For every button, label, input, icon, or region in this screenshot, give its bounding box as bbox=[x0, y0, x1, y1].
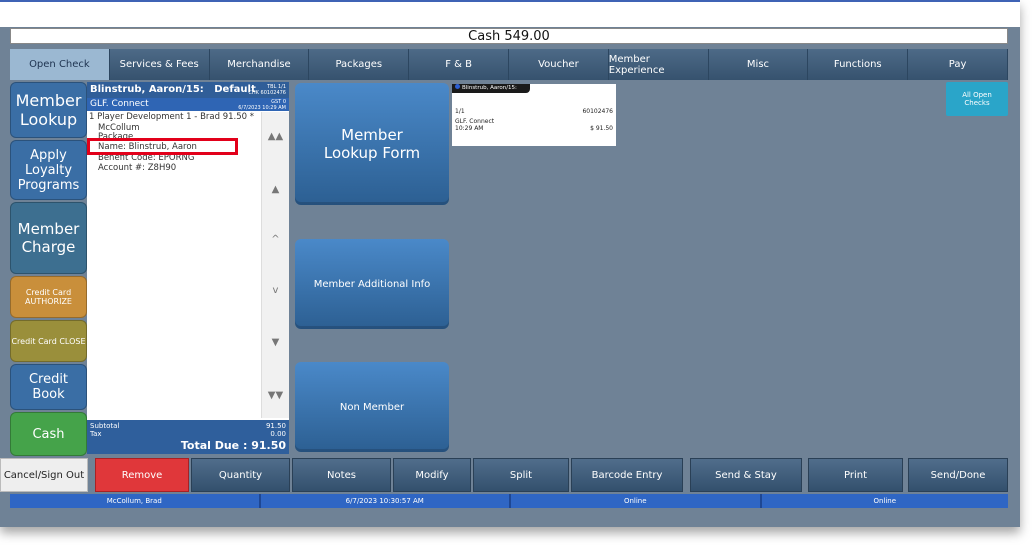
check-account: Account #: Z8H90 bbox=[98, 163, 177, 173]
remove-button[interactable]: Remove bbox=[95, 458, 189, 492]
modify-button[interactable]: Modify bbox=[393, 458, 471, 492]
cash-label: Cash bbox=[32, 426, 65, 442]
page-up-icon[interactable]: ▲ bbox=[262, 184, 289, 195]
credit-book-button[interactable]: Credit Book bbox=[10, 364, 87, 410]
card-time: 10:29 AM bbox=[455, 125, 484, 132]
check-date: 6/7/2023 10:29 AM bbox=[238, 105, 286, 111]
cash-button[interactable]: Cash bbox=[10, 412, 87, 456]
send-and-stay-button[interactable]: Send & Stay bbox=[690, 458, 802, 492]
member-lookup-button[interactable]: Member Lookup bbox=[10, 82, 87, 138]
highlight-box bbox=[87, 138, 238, 155]
notes-button[interactable]: Notes bbox=[292, 458, 391, 492]
print-button[interactable]: Print bbox=[808, 458, 903, 492]
tab-services-fees[interactable]: Services & Fees bbox=[109, 49, 210, 80]
top-accent bbox=[0, 0, 1020, 2]
all-open-checks-button[interactable]: All Open Checks bbox=[946, 82, 1008, 116]
scroll-bottom-icon[interactable]: ▼▼ bbox=[262, 390, 289, 401]
card-check-no: 60102476 bbox=[582, 108, 613, 115]
credit-card-authorize-label: Credit Card AUTHORIZE bbox=[25, 288, 72, 306]
quantity-button[interactable]: Quantity bbox=[191, 458, 290, 492]
check-member-name: Blinstrub, Aaron/15: bbox=[90, 84, 204, 95]
check-item-line[interactable]: 1 Player Development 1 - Brad 91.50 * bbox=[89, 112, 259, 123]
credit-card-authorize-button[interactable]: Credit Card AUTHORIZE bbox=[10, 276, 87, 318]
tab-fb[interactable]: F & B bbox=[409, 49, 509, 80]
tab-member-experience[interactable]: Member Experience bbox=[608, 49, 709, 80]
check-chk: CHK 60102476 bbox=[248, 90, 286, 96]
barcode-entry-button[interactable]: Barcode Entry bbox=[571, 458, 683, 492]
subtotal-label: Subtotal bbox=[90, 422, 120, 430]
apply-loyalty-label: Apply Loyalty Programs bbox=[17, 147, 80, 193]
card-seq: 1/1 bbox=[455, 108, 465, 115]
check-location: GLF. Connect bbox=[90, 99, 149, 109]
non-member-button[interactable]: Non Member bbox=[295, 362, 449, 452]
apply-loyalty-button[interactable]: Apply Loyalty Programs bbox=[10, 140, 87, 200]
check-tbl-chk: TBL 1/1 CHK 60102476 bbox=[248, 84, 286, 96]
credit-book-label: Credit Book bbox=[28, 372, 69, 402]
check-subheader: GLF. Connect GST 0 6/7/2023 10:29 AM bbox=[87, 98, 289, 111]
tax-label: Tax bbox=[90, 430, 102, 438]
tab-open-check[interactable]: Open Check bbox=[10, 49, 110, 80]
tax-value: 0.00 bbox=[270, 430, 286, 438]
pos-window: Cash 549.00 Open Check Services & Fees M… bbox=[0, 0, 1020, 527]
tab-merchandise[interactable]: Merchandise bbox=[209, 49, 310, 80]
non-member-label: Non Member bbox=[339, 401, 405, 413]
open-check-card[interactable]: Blinstrub, Aaron/15: 1/1 60102476 GLF. C… bbox=[452, 84, 616, 146]
status-online-2: Online bbox=[873, 497, 897, 505]
status-bar: McCollum, Brad 6/7/2023 10:30:57 AM Onli… bbox=[10, 494, 1008, 508]
check-totals: Subtotal 91.50 Tax 0.00 Total Due : 91.5… bbox=[87, 420, 289, 454]
card-location: GLF. Connect bbox=[455, 118, 495, 125]
credit-card-close-button[interactable]: Credit Card CLOSE bbox=[10, 320, 87, 362]
check-header: Blinstrub, Aaron/15: Default TBL 1/1 CHK… bbox=[87, 82, 289, 98]
tab-packages[interactable]: Packages bbox=[309, 49, 410, 80]
card-amount: $ 91.50 bbox=[590, 125, 613, 132]
check-item-line2: McCollum bbox=[98, 122, 140, 132]
member-additional-info-button[interactable]: Member Additional Info bbox=[295, 239, 449, 329]
member-lookup-label: Member Lookup bbox=[15, 91, 82, 129]
line-down-icon[interactable]: v bbox=[262, 285, 289, 296]
tab-misc[interactable]: Misc bbox=[708, 49, 809, 80]
member-charge-label: Member Charge bbox=[17, 220, 80, 256]
status-dot-icon bbox=[455, 84, 460, 89]
top-strip bbox=[0, 0, 1020, 27]
status-user: McCollum, Brad bbox=[10, 494, 261, 508]
subtotal-value: 91.50 bbox=[265, 422, 286, 430]
all-open-checks-label: All Open Checks bbox=[962, 91, 992, 107]
open-check-card-header: Blinstrub, Aaron/15: bbox=[452, 84, 530, 93]
member-additional-info-label: Member Additional Info bbox=[313, 278, 431, 290]
line-up-icon[interactable]: ^ bbox=[262, 234, 289, 245]
total-due: Total Due : 91.50 bbox=[180, 439, 286, 452]
open-check-card-name: Blinstrub, Aaron/15: bbox=[462, 85, 517, 91]
tab-functions[interactable]: Functions bbox=[808, 49, 909, 80]
member-lookup-form-label: Member Lookup Form bbox=[323, 126, 421, 162]
status-online-1: Online bbox=[511, 494, 762, 508]
check-scrollbar[interactable]: ▲▲ ▲ ^ v ▼ ▼▼ bbox=[261, 112, 289, 418]
check-gst-date: GST 0 6/7/2023 10:29 AM bbox=[238, 99, 286, 111]
cancel-sign-out-button[interactable]: Cancel/Sign Out bbox=[0, 458, 88, 492]
split-button[interactable]: Split bbox=[473, 458, 569, 492]
member-lookup-form-button[interactable]: Member Lookup Form bbox=[295, 83, 449, 205]
credit-card-close-label: Credit Card CLOSE bbox=[11, 336, 86, 346]
page-down-icon[interactable]: ▼ bbox=[262, 337, 289, 348]
tab-voucher[interactable]: Voucher bbox=[508, 49, 609, 80]
cash-display: Cash 549.00 bbox=[10, 28, 1008, 44]
member-charge-button[interactable]: Member Charge bbox=[10, 202, 87, 274]
tab-pay[interactable]: Pay bbox=[908, 49, 1008, 80]
status-datetime: 6/7/2023 10:30:57 AM bbox=[261, 494, 511, 508]
category-tabs: Open Check Services & Fees Merchandise P… bbox=[10, 49, 1008, 80]
send-done-button[interactable]: Send/Done bbox=[908, 458, 1008, 492]
scroll-top-icon[interactable]: ▲▲ bbox=[262, 131, 289, 142]
